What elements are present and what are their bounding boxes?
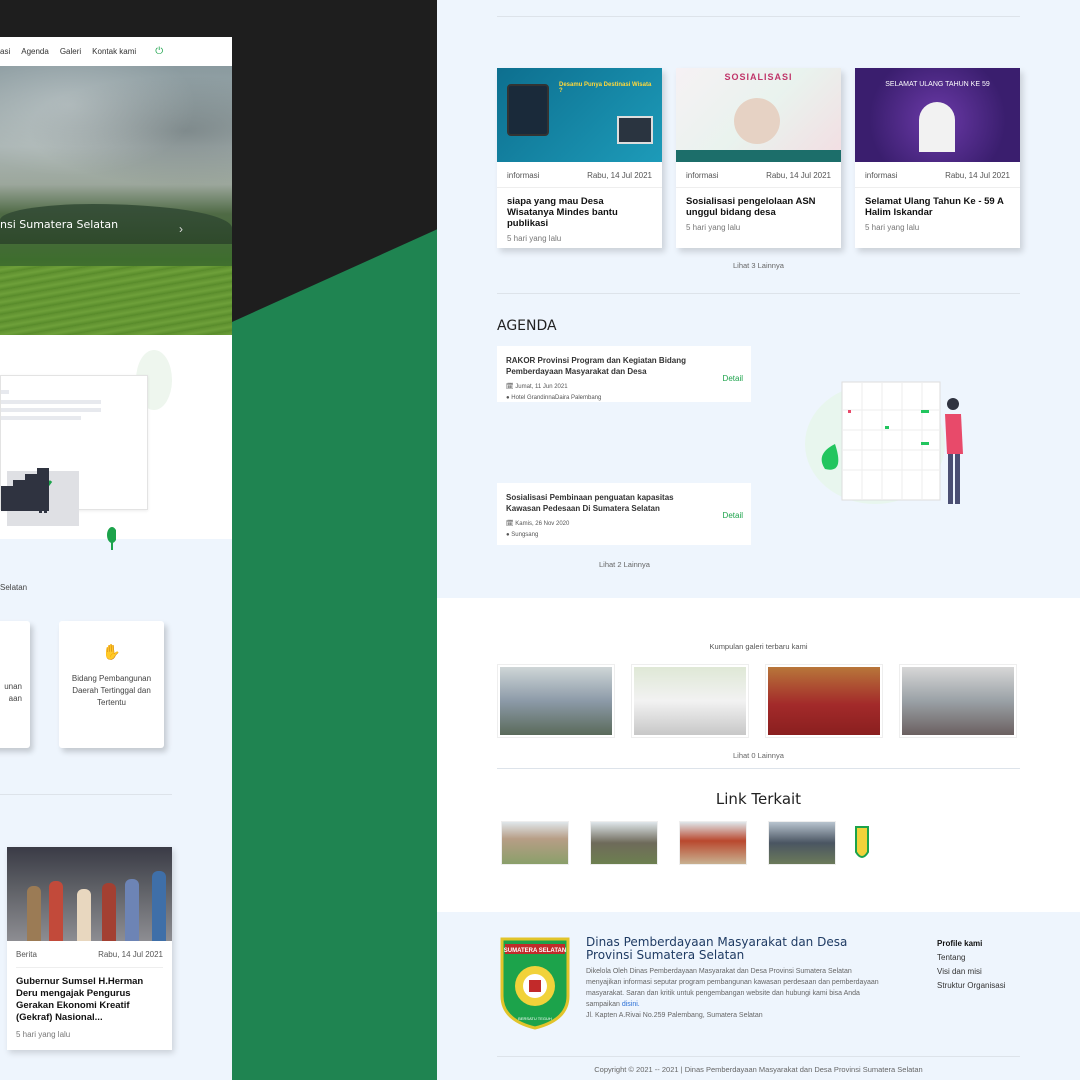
hand-leaf-icon: ✋: [102, 644, 121, 661]
divider: [497, 1056, 1020, 1057]
info-card-1[interactable]: Desamu Punya Destinasi Wisata ? informas…: [497, 68, 662, 248]
footer-address: Jl. Kapten A.Rivai No.259 Palembang, Sum…: [586, 1012, 763, 1019]
chevron-right-icon[interactable]: ›: [179, 222, 183, 236]
related-link-2[interactable]: [590, 821, 658, 865]
news-title[interactable]: Gubernur Sumsel H.Herman Deru mengajak P…: [7, 976, 172, 1024]
province-emblem-logo: SUMATERA SELATAN BERSATU TEGUH: [500, 937, 570, 1030]
agenda-detail-button-1[interactable]: Detail: [723, 374, 743, 383]
footer-title: Dinas Pemberdayaan Masyarakat dan Desa P…: [586, 935, 848, 962]
hero-ricefield: [0, 266, 232, 335]
location-pin-icon: ●: [506, 532, 510, 538]
agenda-date-2: Kamis, 26 Nov 2020: [515, 521, 570, 527]
gallery-item-4[interactable]: [899, 664, 1017, 738]
news-card[interactable]: Berita Rabu, 14 Jul 2021 Gubernur Sumsel…: [7, 847, 172, 1050]
agenda-more-link[interactable]: Lihat 2 Lainnya: [599, 560, 650, 569]
info-image-3: SELAMAT ULANG TAHUN KE 59: [855, 68, 1020, 162]
info-title-1[interactable]: siapa yang mau Desa Wisatanya Mindes ban…: [497, 196, 662, 229]
footer-link-visi-misi[interactable]: Visi dan misi: [937, 965, 1005, 979]
info-date-1: Rabu, 14 Jul 2021: [587, 171, 652, 180]
info-image-1: Desamu Punya Destinasi Wisata ?: [497, 68, 662, 162]
field-card-1-label: unan aan: [4, 682, 22, 703]
gallery-item-1[interactable]: [497, 664, 615, 738]
location-pin-icon: ●: [506, 395, 510, 401]
info-category-2: informasi: [686, 171, 719, 180]
footer-contact-link[interactable]: disini.: [622, 1001, 640, 1008]
footer-links: Profile kami Tentang Visi dan misi Struk…: [937, 937, 1005, 993]
news-time-ago: 5 hari yang lalu: [16, 1030, 71, 1039]
agenda-detail-button-2[interactable]: Detail: [723, 511, 743, 520]
footer-link-struktur[interactable]: Struktur Organisasi: [937, 979, 1005, 993]
nav-item-kontak[interactable]: Kontak kami: [92, 47, 136, 56]
field-card-1[interactable]: unan aan: [0, 621, 30, 748]
plant-icon: [107, 527, 116, 550]
breadcrumb: Selatan: [0, 583, 28, 592]
agenda-date-1: Jumat, 11 Jun 2021: [515, 384, 568, 390]
info-ago-2: 5 hari yang lalu: [686, 223, 741, 232]
agenda-title-2: Sosialisasi Pembinaan penguatan kapasita…: [506, 493, 674, 513]
info-card-3[interactable]: SELAMAT ULANG TAHUN KE 59 informasi Rabu,…: [855, 68, 1020, 248]
svg-text:SUMATERA SELATAN: SUMATERA SELATAN: [504, 948, 566, 954]
footer-link-tentang[interactable]: Tentang: [937, 951, 1005, 965]
related-link-4[interactable]: [768, 821, 836, 865]
related-link-3[interactable]: [679, 821, 747, 865]
gallery-subtitle: Kumpulan galeri terbaru kami: [709, 642, 808, 651]
footer-description: Dikelola Oleh Dinas Pemberdayaan Masyara…: [586, 968, 879, 1019]
calendar-icon: 🗓: [506, 384, 514, 390]
right-page-screenshot: Desamu Punya Destinasi Wisata ? informas…: [437, 0, 1080, 1080]
footer-links-heading: Profile kami: [937, 939, 983, 948]
calendar-icon: 🗓: [506, 521, 514, 527]
gallery-item-2[interactable]: [631, 664, 749, 738]
agenda-place-2: Sungsang: [511, 532, 539, 538]
info-card-2[interactable]: SOSIALISASI informasi Rabu, 14 Jul 2021 S…: [676, 68, 841, 248]
field-card-2[interactable]: ✋ Bidang Pembangunan Daerah Tertinggal d…: [59, 621, 164, 748]
info-image-2: SOSIALISASI: [676, 68, 841, 162]
info-category-3: informasi: [865, 171, 898, 180]
agenda-title-1: RAKOR Provinsi Program dan Kegiatan Bida…: [506, 356, 687, 376]
copyright: Copyright © 2021 -- 2021 | Dinas Pemberd…: [594, 1065, 923, 1074]
nav-item-agenda[interactable]: Agenda: [21, 47, 49, 56]
info-category-1: informasi: [507, 171, 540, 180]
agenda-item-1[interactable]: RAKOR Provinsi Program dan Kegiatan Bida…: [497, 346, 751, 402]
info-more-link[interactable]: Lihat 3 Lainnya: [733, 261, 784, 270]
nav-item-informasi[interactable]: asi: [0, 47, 10, 56]
info-title-3[interactable]: Selamat Ulang Tahun Ke - 59 A Halim Iska…: [855, 196, 1020, 218]
info-date-3: Rabu, 14 Jul 2021: [945, 171, 1010, 180]
gallery-more-link[interactable]: Lihat 0 Lainnya: [733, 751, 784, 760]
related-link-5-logo[interactable]: [855, 826, 869, 862]
agenda-heading: AGENDA: [497, 318, 557, 334]
hero-sky: [0, 66, 232, 196]
divider: [497, 16, 1020, 17]
power-icon[interactable]: ⏻: [155, 46, 163, 57]
divider: [0, 794, 172, 795]
illustration-window: [0, 375, 148, 550]
left-page-screenshot: asi Agenda Galeri Kontak kami ⏻ nsi Suma…: [0, 37, 232, 1080]
info-title-2[interactable]: Sosialisasi pengelolaan ASN unggul bidan…: [676, 196, 841, 218]
agenda-place-1: Hotel GrandinnaDaira Palembang: [511, 395, 602, 401]
info-ago-3: 5 hari yang lalu: [865, 223, 920, 232]
nav-item-galeri[interactable]: Galeri: [60, 47, 81, 56]
related-link-1[interactable]: [501, 821, 569, 865]
hero-caption: nsi Sumatera Selatan: [0, 218, 119, 231]
divider: [497, 768, 1020, 769]
gallery-item-3[interactable]: [765, 664, 883, 738]
link-heading: Link Terkait: [715, 790, 802, 808]
hero-illustration: [0, 335, 232, 550]
hero-slider: nsi Sumatera Selatan ›: [0, 66, 232, 335]
field-card-2-label: Bidang Pembangunan Daerah Tertinggal dan…: [71, 674, 152, 707]
info-date-2: Rabu, 14 Jul 2021: [766, 171, 831, 180]
news-date: Rabu, 14 Jul 2021: [98, 950, 163, 959]
news-category: Berita: [16, 950, 37, 959]
calendar-illustration: [805, 381, 963, 504]
top-navigation: asi Agenda Galeri Kontak kami ⏻: [0, 37, 232, 66]
info-ago-1: 5 hari yang lalu: [507, 234, 562, 243]
divider: [497, 293, 1020, 294]
svg-text:BERSATU TEGUH: BERSATU TEGUH: [518, 1016, 552, 1021]
news-image: [7, 847, 172, 941]
agenda-item-2[interactable]: Sosialisasi Pembinaan penguatan kapasita…: [497, 483, 751, 545]
